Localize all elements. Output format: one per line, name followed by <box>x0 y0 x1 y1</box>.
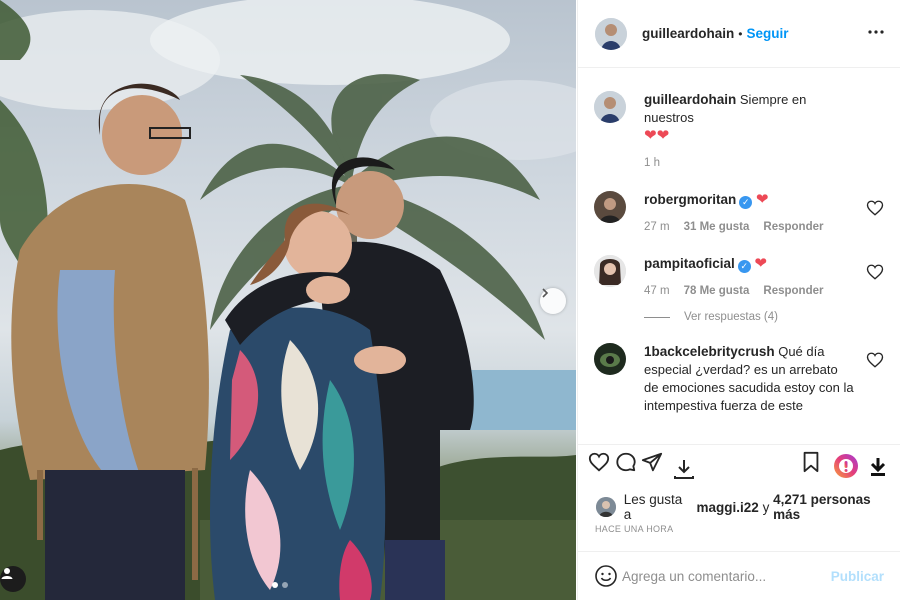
comment-time[interactable]: 27 m <box>644 221 670 233</box>
caption-meta: 1 h <box>644 157 854 169</box>
chevron-right-icon <box>542 288 549 298</box>
avatar-image <box>595 17 627 50</box>
photo-illustration <box>0 0 576 600</box>
separator-dot: • <box>738 26 743 41</box>
comment-username[interactable]: pampitaoficial <box>644 256 735 271</box>
share-paper-plane-icon[interactable] <box>641 451 663 473</box>
avatar-image <box>594 191 626 223</box>
user-tag-icon <box>1 568 13 579</box>
avatar-image <box>594 91 626 123</box>
post-photo[interactable] <box>0 0 576 600</box>
verified-badge-icon: ✓ <box>737 260 751 273</box>
comment-item: 1backcelebritycrush Qué día especial ¿ve… <box>594 323 884 415</box>
comment-text: 1backcelebritycrush Qué día especial ¿ve… <box>644 343 854 415</box>
publish-button[interactable]: Publicar <box>831 569 884 584</box>
avatar-image <box>594 343 626 375</box>
comment-text: pampitaoficial ✓ ❤ <box>644 255 854 273</box>
arrow-download-icon[interactable] <box>869 457 887 477</box>
bookmark-icon[interactable] <box>801 451 821 473</box>
carousel-indicator <box>272 582 288 588</box>
comment-time[interactable]: 47 m <box>644 285 670 297</box>
likes-prefix: Les gusta a <box>623 492 683 522</box>
post-timestamp[interactable]: HACE UNA HORA <box>595 524 673 534</box>
carousel-dot-active <box>272 582 278 588</box>
post-side-panel: guilleardohain • Seguir guilleardohain S… <box>577 0 900 600</box>
view-replies-label: Ver respuestas (4) <box>684 311 778 323</box>
commenter-avatar[interactable] <box>594 255 626 287</box>
carousel-dot <box>282 582 288 588</box>
comment-item: pampitaoficial ✓ ❤ 47 m 78 Me gusta Respo… <box>594 233 884 297</box>
liker-avatar <box>596 497 616 517</box>
avatar-image <box>596 497 616 517</box>
replies-divider <box>644 316 670 318</box>
caption-hearts: ❤❤ <box>644 127 670 144</box>
commenter-avatar[interactable] <box>594 343 626 375</box>
heart-outline-icon[interactable] <box>866 199 884 217</box>
author-username[interactable]: guilleardohain <box>642 26 734 41</box>
emoji-icon[interactable] <box>594 564 618 588</box>
comment-body: ❤ <box>755 191 769 208</box>
comment-body: ❤ <box>754 255 767 272</box>
tagged-users-button[interactable] <box>0 566 26 592</box>
likes-summary[interactable]: Les gusta a maggi.i22 y 4,271 personas m… <box>596 492 900 522</box>
comment-likes[interactable]: 78 Me gusta <box>684 285 750 297</box>
comment-meta: 27 m 31 Me gusta Responder <box>644 221 854 233</box>
reply-button[interactable]: Responder <box>763 285 823 297</box>
view-replies-button[interactable]: Ver respuestas (4) <box>644 311 884 323</box>
comment-username[interactable]: 1backcelebritycrush <box>644 344 775 359</box>
add-comment-bar: Agrega un comentario... Publicar <box>578 551 900 600</box>
post-actions-bar <box>578 444 900 488</box>
commenter-avatar[interactable] <box>594 191 626 223</box>
reply-button[interactable]: Responder <box>763 221 823 233</box>
caption-username[interactable]: guilleardohain <box>644 92 736 107</box>
comment-input[interactable]: Agrega un comentario... <box>622 569 831 584</box>
comment-meta: 47 m 78 Me gusta Responder <box>644 285 854 297</box>
caption-text: guilleardohain Siempre en nuestros ❤❤ <box>644 91 854 145</box>
download-icon[interactable] <box>672 457 696 481</box>
comment-bubble-icon[interactable] <box>615 451 637 473</box>
caption-time[interactable]: 1 h <box>644 157 660 169</box>
more-options-icon[interactable] <box>866 22 886 42</box>
post-header: guilleardohain • Seguir <box>578 0 900 68</box>
follow-button[interactable]: Seguir <box>746 26 788 41</box>
heart-outline-icon[interactable] <box>866 351 884 369</box>
likes-count[interactable]: 4,271 personas más <box>773 492 900 522</box>
author-avatar[interactable] <box>594 91 626 123</box>
comments-list[interactable]: guilleardohain Siempre en nuestros ❤❤ 1 … <box>578 69 900 444</box>
comment-likes[interactable]: 31 Me gusta <box>684 221 750 233</box>
avatar-image <box>594 255 626 287</box>
verified-badge-icon: ✓ <box>739 196 753 209</box>
comment-text: robergmoritan ✓ ❤ <box>644 191 854 209</box>
likes-connector: y <box>762 499 770 515</box>
liker-username[interactable]: maggi.i22 <box>697 500 759 515</box>
next-photo-button[interactable] <box>540 288 566 314</box>
like-heart-icon[interactable] <box>588 451 610 473</box>
author-avatar[interactable] <box>595 17 627 50</box>
comment-username[interactable]: robergmoritan <box>644 192 736 207</box>
caption: guilleardohain Siempre en nuestros ❤❤ 1 … <box>594 69 884 169</box>
save-extension-icon[interactable] <box>833 453 859 479</box>
comment-item: robergmoritan ✓ ❤ 27 m 31 Me gusta Respon… <box>594 169 884 233</box>
heart-outline-icon[interactable] <box>866 263 884 281</box>
